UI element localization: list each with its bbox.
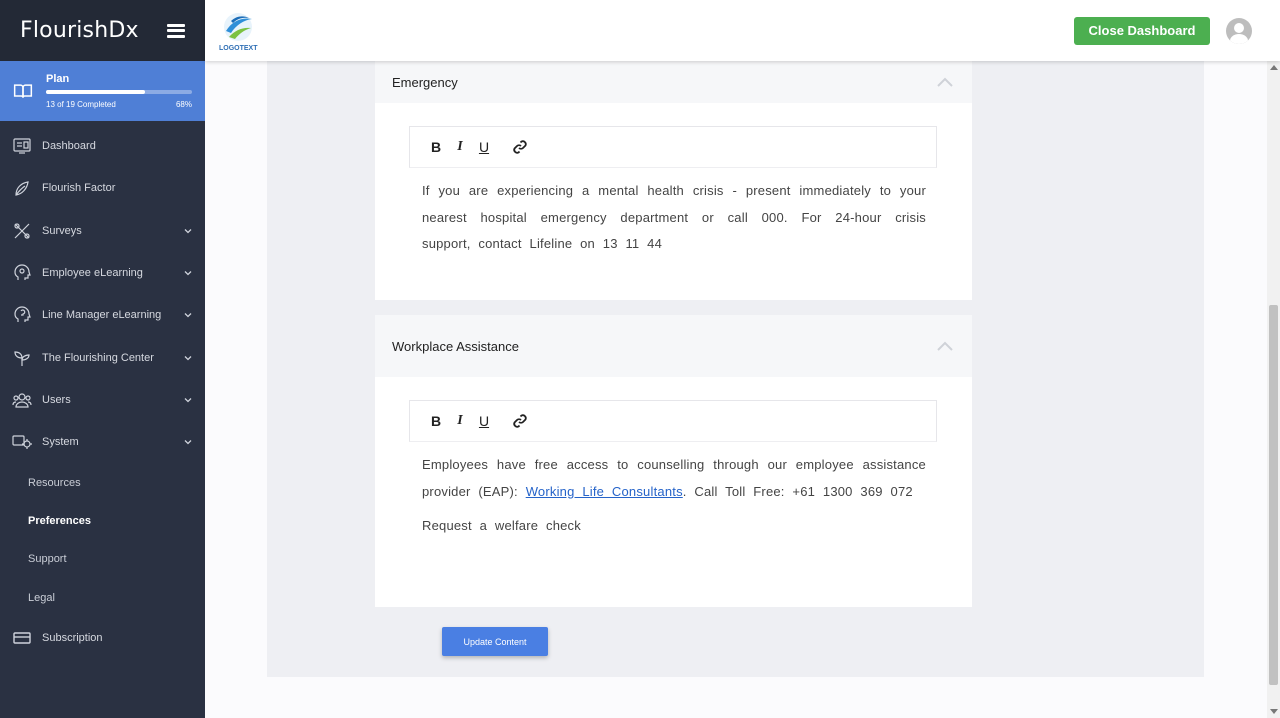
- workplace-assistance-section-header[interactable]: Workplace Assistance: [375, 315, 972, 377]
- head-gear-icon: [12, 263, 32, 283]
- sidebar-item-flourish-factor[interactable]: Flourish Factor: [0, 167, 205, 209]
- close-dashboard-button[interactable]: Close Dashboard: [1074, 16, 1210, 45]
- editor-toolbar: B I U: [409, 126, 937, 168]
- editor-paragraph: If you are experiencing a mental health …: [422, 183, 926, 251]
- sidebar-item-label: Users: [42, 393, 71, 406]
- chevron-up-icon[interactable]: [937, 341, 953, 351]
- system-icon: [12, 432, 32, 452]
- globe-logo-icon: [224, 13, 253, 41]
- sidebar-item-system[interactable]: System: [0, 421, 205, 463]
- sidebar-item-label: Subscription: [42, 632, 103, 645]
- editor-paragraph: Employees have free access to counsellin…: [422, 452, 926, 505]
- sidebar-subitem-resources[interactable]: Resources: [0, 463, 205, 501]
- chevron-down-icon: [184, 397, 192, 403]
- subscription-icon: [12, 628, 32, 648]
- plan-title: Plan: [46, 73, 70, 85]
- sidebar-item-surveys[interactable]: Surveys: [0, 210, 205, 252]
- bold-button[interactable]: B: [424, 139, 448, 155]
- head-bulb-icon: [12, 305, 32, 325]
- company-logo[interactable]: LOGOTEXT: [219, 11, 258, 52]
- paragraph-text: . Call Toll Free: +61 1300 369 072: [682, 483, 913, 499]
- sidebar-item-subscription[interactable]: Subscription: [0, 617, 205, 659]
- section-title: Emergency: [392, 74, 458, 90]
- scroll-down-icon[interactable]: [1270, 709, 1278, 714]
- chevron-up-icon[interactable]: [937, 77, 953, 87]
- scroll-up-icon[interactable]: [1270, 65, 1278, 70]
- sidebar-item-users[interactable]: Users: [0, 379, 205, 421]
- sidebar-item-line-manager-elearning[interactable]: Line Manager eLearning: [0, 294, 205, 336]
- editor-paragraph: Request a welfare check: [422, 518, 581, 533]
- plan-progress-bar: [46, 90, 192, 94]
- chevron-down-icon: [184, 440, 192, 445]
- dashboard-icon: [12, 136, 32, 156]
- sidebar-item-dashboard[interactable]: Dashboard: [0, 125, 205, 167]
- italic-button[interactable]: I: [448, 413, 472, 429]
- editor-toolbar: B I U: [409, 400, 937, 442]
- book-icon: [13, 84, 33, 98]
- sidebar-item-label: Dashboard: [42, 140, 96, 153]
- emergency-section-header[interactable]: Emergency: [375, 61, 972, 103]
- sprout-icon: [12, 348, 32, 368]
- sidebar-item-label: Flourish Factor: [42, 182, 116, 195]
- sidebar-item-label: Employee eLearning: [42, 267, 143, 280]
- logo-text: LOGOTEXT: [219, 45, 258, 52]
- underline-button[interactable]: U: [472, 413, 496, 429]
- brand-logo: FlourishDx: [20, 18, 139, 43]
- italic-button[interactable]: I: [448, 139, 472, 155]
- sidebar-item-label: Line Manager eLearning: [42, 309, 162, 322]
- link-icon[interactable]: [508, 139, 532, 155]
- link-icon[interactable]: [508, 413, 532, 429]
- underline-button[interactable]: U: [472, 139, 496, 155]
- sidebar-subitem-support[interactable]: Support: [0, 540, 205, 578]
- emergency-editor-content[interactable]: If you are experiencing a mental health …: [422, 168, 926, 258]
- leaf-icon: [12, 178, 32, 198]
- sidebar-nav: Dashboard Flourish Factor Surveys Employ…: [0, 121, 205, 463]
- user-avatar[interactable]: [1226, 17, 1252, 44]
- brand-bar: FlourishDx: [0, 0, 205, 61]
- workplace-assistance-editor-content[interactable]: Employees have free access to counsellin…: [422, 442, 926, 540]
- workplace-assistance-section: Workplace Assistance B I U Employees hav…: [375, 315, 972, 607]
- plan-progress-text: 13 of 19 Completed: [46, 100, 116, 109]
- emergency-section: Emergency B I U If you are experiencing …: [375, 61, 972, 300]
- page-scrollbar[interactable]: [1267, 61, 1280, 718]
- chevron-down-icon: [184, 313, 192, 318]
- system-submenu: Resources Preferences Support Legal: [0, 463, 205, 617]
- sidebar-item-employee-elearning[interactable]: Employee eLearning: [0, 252, 205, 294]
- plan-progress-fill: [46, 90, 146, 94]
- sidebar-item-flourishing-center[interactable]: The Flourishing Center: [0, 336, 205, 378]
- update-content-button[interactable]: Update Content: [442, 627, 548, 656]
- sidebar-subitem-preferences[interactable]: Preferences: [0, 502, 205, 540]
- scrollbar-thumb[interactable]: [1269, 305, 1278, 685]
- bold-button[interactable]: B: [424, 413, 448, 429]
- tools-icon: [12, 221, 32, 241]
- chevron-down-icon: [184, 355, 192, 361]
- chevron-down-icon: [184, 228, 192, 234]
- eap-provider-link[interactable]: Working Life Consultants: [526, 484, 683, 499]
- sidebar-item-label: Surveys: [42, 224, 82, 237]
- plan-progress[interactable]: Plan 13 of 19 Completed 68%: [0, 61, 205, 121]
- main-content: Emergency B I U If you are experiencing …: [205, 61, 1267, 718]
- chevron-down-icon: [184, 271, 192, 276]
- top-bar: LOGOTEXT Close Dashboard: [205, 0, 1280, 61]
- sidebar: FlourishDx Plan 13 of 19 Completed 68% D…: [0, 0, 205, 718]
- plan-percent: 68%: [175, 100, 192, 109]
- menu-toggle-icon[interactable]: [167, 23, 185, 38]
- sidebar-item-label: The Flourishing Center: [42, 351, 154, 364]
- section-title: Workplace Assistance: [392, 338, 519, 354]
- users-icon: [12, 390, 32, 410]
- sidebar-item-label: System: [42, 436, 79, 449]
- sidebar-subitem-legal[interactable]: Legal: [0, 579, 205, 617]
